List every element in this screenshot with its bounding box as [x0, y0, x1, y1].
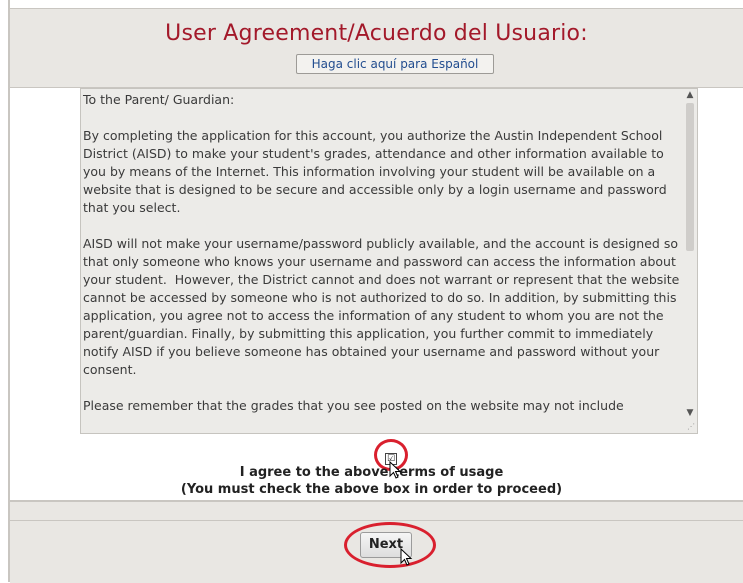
mouse-cursor-icon-2 [400, 548, 413, 566]
mouse-cursor-icon [389, 461, 402, 479]
agree-label: I agree to the above terms of usage (You… [0, 464, 743, 498]
agreement-scrollbar[interactable]: ▲ ▼ [683, 89, 697, 433]
scroll-up-icon[interactable]: ▲ [683, 89, 697, 101]
next-highlight-ellipse [344, 522, 436, 568]
scroll-down-icon[interactable]: ▼ [683, 407, 697, 419]
agree-label-line1: I agree to the above terms of usage [239, 465, 504, 480]
scroll-thumb[interactable] [686, 103, 694, 251]
agreement-textarea[interactable]: To the Parent/ Guardian: By completing t… [80, 88, 698, 434]
header-panel: User Agreement/Acuerdo del Usuario: Haga… [10, 8, 743, 88]
resize-grip-icon[interactable]: ⋰ [686, 422, 696, 432]
page-title: User Agreement/Acuerdo del Usuario: [165, 21, 588, 46]
agree-label-line2: (You must check the above box in order t… [180, 482, 563, 497]
agreement-text: To the Parent/ Guardian: By completing t… [83, 92, 680, 413]
spanish-language-button[interactable]: Haga clic aquí para Español [296, 54, 494, 74]
gap-band [10, 502, 743, 520]
